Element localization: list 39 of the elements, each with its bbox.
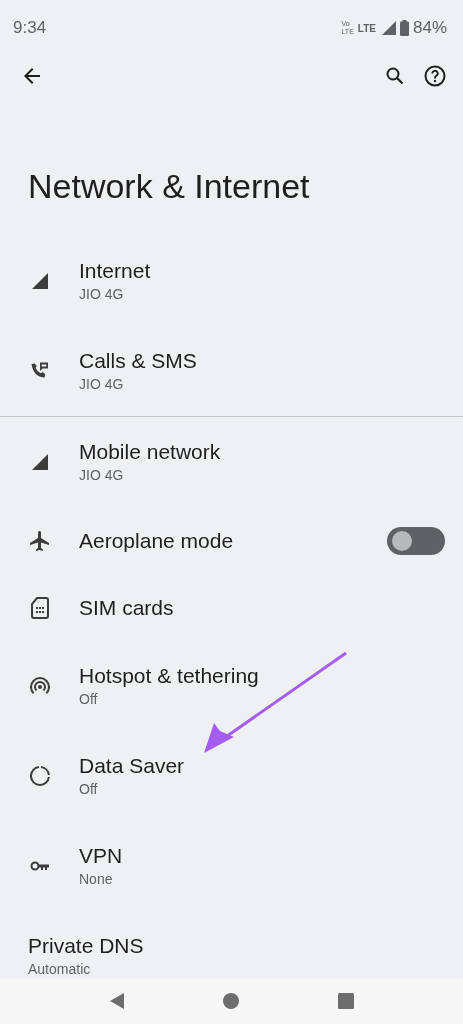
sim-card-icon xyxy=(28,595,52,620)
clock-time: 9:34 xyxy=(13,18,47,38)
item-title: Internet xyxy=(79,258,152,284)
item-title: Calls & SMS xyxy=(79,348,198,374)
settings-item[interactable]: Mobile network JIO 4G xyxy=(0,417,463,507)
item-subtitle: JIO 4G xyxy=(79,285,125,304)
item-subtitle: None xyxy=(79,870,114,889)
item-subtitle: JIO 4G xyxy=(79,466,125,485)
settings-item[interactable]: SIM cards xyxy=(0,574,463,641)
settings-item[interactable]: Hotspot & tethering Off xyxy=(0,641,463,731)
settings-item[interactable]: Data Saver Off xyxy=(0,731,463,821)
battery-icon xyxy=(399,20,409,36)
item-subtitle: Automatic xyxy=(28,960,92,978)
settings-item[interactable]: Private DNS Automatic xyxy=(0,911,463,978)
settings-item[interactable]: VPN None xyxy=(0,821,463,911)
settings-item[interactable]: Calls & SMS JIO 4G xyxy=(0,326,463,416)
item-title: SIM cards xyxy=(79,594,175,621)
item-title: Private DNS xyxy=(28,933,145,959)
item-subtitle: Off xyxy=(79,690,99,709)
airplane-icon xyxy=(28,528,52,553)
page-title: Network & Internet xyxy=(28,166,310,206)
settings-item[interactable]: Internet JIO 4G xyxy=(0,236,463,326)
home-icon[interactable] xyxy=(223,993,240,1009)
item-subtitle: JIO 4G xyxy=(79,375,125,394)
data-saver-icon xyxy=(28,764,52,788)
back-icon[interactable] xyxy=(109,992,126,1010)
battery-level: 84% xyxy=(412,18,447,38)
toggle-switch[interactable] xyxy=(387,526,445,555)
item-title: Data Saver xyxy=(79,753,186,779)
item-title: Mobile network xyxy=(79,439,222,465)
item-title: Hotspot & tethering xyxy=(79,663,260,689)
settings-item[interactable]: Aeroplane mode xyxy=(0,507,463,574)
item-subtitle: Off xyxy=(79,780,99,799)
network-type: LTE xyxy=(357,22,376,34)
item-title: Aeroplane mode xyxy=(79,527,235,554)
signal-icon xyxy=(381,21,396,35)
item-title: VPN xyxy=(79,843,124,869)
help-icon[interactable] xyxy=(423,64,447,88)
recents-icon[interactable] xyxy=(337,993,354,1009)
